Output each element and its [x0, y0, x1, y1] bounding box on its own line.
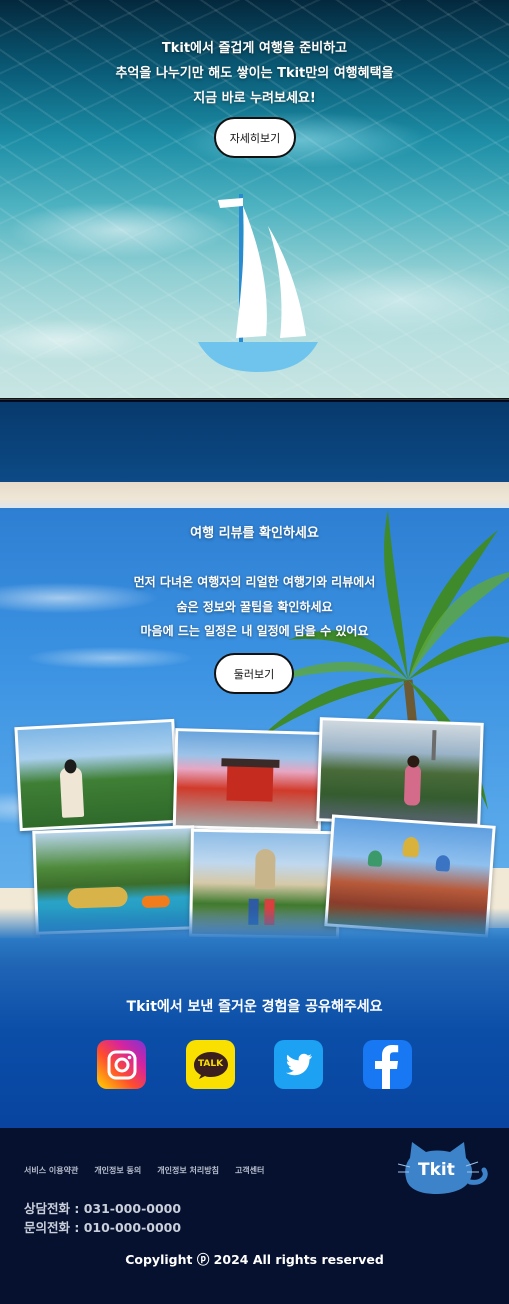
- facebook-icon: [375, 1045, 399, 1089]
- kakaotalk-button[interactable]: TALK: [186, 1040, 235, 1089]
- footer-link-terms[interactable]: 서비스 이용약관: [24, 1165, 78, 1176]
- footer: 서비스 이용약관 개인정보 동의 개인정보 처리방침 고객센터 상담전화 : 0…: [0, 1128, 509, 1304]
- hero-line-1: Tkit에서 즐겁게 여행을 준비하고: [161, 41, 348, 56]
- hero-line-2: 추억을 나누기만 해도 쌓이는 Tkit만의 여행혜택을: [115, 66, 394, 81]
- hero-section: Tkit에서 즐겁게 여행을 준비하고 추억을 나누기만 해도 쌓이는 Tkit…: [0, 0, 509, 400]
- browse-button[interactable]: 둘러보기: [214, 653, 294, 694]
- footer-link-support[interactable]: 고객센터: [235, 1165, 264, 1176]
- tkit-cat-logo[interactable]: Tkit: [398, 1140, 494, 1200]
- cat-logo-text: Tkit: [418, 1160, 455, 1180]
- blue-band: [0, 402, 509, 482]
- twitter-bird-icon: [285, 1053, 312, 1075]
- instagram-button[interactable]: [97, 1040, 146, 1089]
- review-line-3: 마음에 드는 일정은 내 일정에 담을 수 있어요: [140, 624, 369, 638]
- photo-mountain-valley[interactable]: [14, 718, 180, 832]
- review-section: 여행 리뷰를 확인하세요 먼저 다녀온 여행자의 리얼한 여행기와 리뷰에서 숨…: [0, 508, 509, 966]
- twitter-button[interactable]: [274, 1040, 323, 1089]
- review-title: 여행 리뷰를 확인하세요: [190, 526, 319, 541]
- support-phone: 상담전화 : 031-000-0000: [24, 1201, 182, 1216]
- footer-links: 서비스 이용약관 개인정보 동의 개인정보 처리방침 고객센터: [24, 1165, 264, 1176]
- hero-text: Tkit에서 즐겁게 여행을 준비하고 추억을 나누기만 해도 쌓이는 Tkit…: [0, 36, 509, 111]
- sand-strip: [0, 482, 509, 510]
- details-button[interactable]: 자세히보기: [214, 117, 296, 158]
- hero-line-3: 지금 바로 누려보세요!: [193, 91, 316, 106]
- footer-link-consent[interactable]: 개인정보 동의: [94, 1165, 141, 1176]
- photo-lakeside-tower[interactable]: [316, 717, 484, 827]
- review-text: 먼저 다녀온 여행자의 리얼한 여행기와 리뷰에서 숨은 정보와 꿀팁을 확인하…: [0, 570, 509, 644]
- kakaotalk-label: TALK: [197, 1058, 224, 1069]
- sailboat-illustration: [198, 194, 318, 372]
- review-line-1: 먼저 다녀온 여행자의 리얼한 여행기와 리뷰에서: [133, 575, 376, 589]
- review-line-2: 숨은 정보와 꿀팁을 확인하세요: [176, 599, 333, 614]
- copyright: Copylight ⓟ 2024 All rights reserved: [125, 1252, 384, 1267]
- footer-link-privacy[interactable]: 개인정보 처리방침: [157, 1165, 219, 1176]
- photo-red-temple[interactable]: [172, 728, 324, 832]
- share-title: Tkit에서 보낸 즐거운 경험을 공유해주세요: [126, 999, 383, 1015]
- inquiry-phone: 문의전화 : 010-000-0000: [24, 1220, 182, 1235]
- sea-gradient: [0, 908, 509, 966]
- share-section: Tkit에서 보낸 즐거운 경험을 공유해주세요 TALK: [0, 966, 509, 1128]
- facebook-button[interactable]: [363, 1040, 412, 1089]
- instagram-icon: [107, 1050, 136, 1079]
